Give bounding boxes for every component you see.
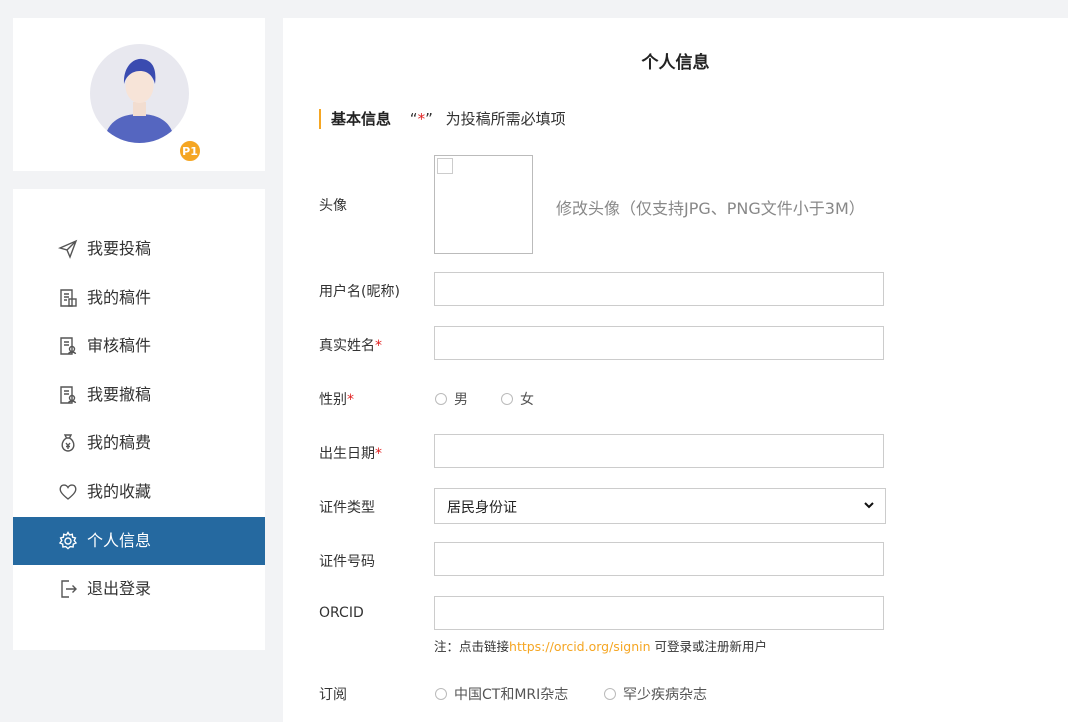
section-heading: 基本信息 “*” 为投稿所需必填项 (319, 109, 566, 129)
radio-circle[interactable] (501, 393, 513, 405)
realname-label: 真实姓名* (319, 338, 382, 354)
sidebar-item-my-manuscripts[interactable]: 我的稿件 (13, 274, 265, 322)
sidebar-item-personal-info[interactable]: 个人信息 (13, 517, 265, 565)
sidebar-item-royalties[interactable]: 我的稿费 (13, 419, 265, 467)
radio-label: 女 (520, 392, 534, 408)
subscribe-option-ct-mri[interactable]: 中国CT和MRI杂志 (435, 684, 568, 704)
realname-input[interactable] (434, 326, 884, 360)
birthdate-input[interactable] (434, 434, 884, 468)
idtype-label: 证件类型 (319, 500, 375, 516)
required-star: * (375, 338, 382, 354)
required-hint-quote: “*” (409, 110, 433, 128)
orcid-note-prefix: 注：点击链接 (434, 639, 510, 654)
radio-label: 中国CT和MRI杂志 (454, 687, 569, 703)
orcid-signin-link[interactable]: https://orcid.org/signin (509, 639, 651, 654)
document-review-icon (57, 335, 79, 357)
level-badge: P1 (179, 140, 201, 162)
avatar-upload-preview[interactable] (434, 155, 533, 254)
chevron-down-icon (863, 499, 875, 515)
radio-circle[interactable] (435, 393, 447, 405)
required-star: * (347, 392, 354, 408)
change-avatar-link[interactable]: 修改头像（仅支持JPG、PNG文件小于3M） (556, 195, 865, 219)
sidebar-item-label: 个人信息 (87, 531, 152, 550)
page-title: 个人信息 (641, 53, 710, 73)
document-withdraw-icon (57, 384, 79, 406)
sidebar-item-favorites[interactable]: 我的收藏 (13, 468, 265, 516)
sidebar-item-label: 我的稿费 (87, 433, 152, 452)
sidebar-item-withdraw[interactable]: 我要撤稿 (13, 371, 265, 419)
broken-image-icon (437, 158, 453, 174)
idnumber-input[interactable] (434, 542, 884, 576)
gender-label: 性别* (319, 392, 354, 408)
sidebar-item-label: 我要撤稿 (87, 385, 152, 404)
sidebar-item-label: 审核稿件 (87, 336, 152, 355)
avatar-label: 头像 (319, 198, 347, 214)
document-list-icon (57, 287, 79, 309)
radio-label: 男 (454, 392, 468, 408)
radio-circle[interactable] (435, 688, 447, 700)
sidebar-item-label: 我的稿件 (87, 288, 152, 307)
sidebar-item-submit[interactable]: 我要投稿 (13, 225, 265, 273)
orcid-note-suffix: 可登录或注册新用户 (650, 639, 768, 654)
personal-info-panel: 个人信息 基本信息 “*” 为投稿所需必填项 头像 修改头像（仅支持JPG、PN… (283, 18, 1068, 722)
sidebar-item-label: 我要投稿 (87, 239, 152, 258)
subscribe-option-rare-disease[interactable]: 罕少疾病杂志 (604, 684, 707, 704)
idtype-select[interactable]: 居民身份证 (434, 488, 886, 524)
user-avatar-icon (90, 44, 189, 143)
orcid-note: 注：点击链接https://orcid.org/signin 可登录或注册新用户 (434, 636, 767, 655)
username-label: 用户名(昵称) (319, 284, 400, 300)
gender-radio-female[interactable]: 女 (501, 389, 534, 409)
sidebar-menu: 我要投稿 我的稿件 审核稿件 我要撤稿 我的稿费 我的收藏 个人信息 退出登录 (13, 189, 265, 650)
money-bag-icon (57, 432, 79, 454)
username-input[interactable] (434, 272, 884, 306)
logout-icon (57, 578, 79, 600)
idtype-selected-value: 居民身份证 (447, 500, 517, 516)
orcid-label: ORCID (319, 605, 364, 621)
radio-label: 罕少疾病杂志 (623, 687, 707, 703)
birthdate-label: 出生日期* (319, 446, 382, 462)
required-star: * (417, 110, 426, 128)
section-title: 基本信息 (331, 110, 392, 128)
radio-circle[interactable] (604, 688, 616, 700)
sidebar-item-label: 退出登录 (87, 579, 152, 598)
sidebar-item-logout[interactable]: 退出登录 (13, 565, 265, 613)
subscribe-label: 订阅 (319, 687, 347, 703)
idnumber-label: 证件号码 (319, 554, 375, 570)
sidebar-item-label: 我的收藏 (87, 482, 152, 501)
send-icon (57, 238, 79, 260)
gender-radio-male[interactable]: 男 (435, 389, 468, 409)
avatar[interactable] (90, 44, 189, 143)
gear-icon (57, 530, 79, 552)
heart-icon (57, 481, 79, 503)
required-hint-text: 为投稿所需必填项 (445, 110, 566, 128)
sidebar-item-review[interactable]: 审核稿件 (13, 322, 265, 370)
required-star: * (375, 446, 382, 462)
orcid-input[interactable] (434, 596, 884, 630)
profile-card: P1 (13, 18, 265, 171)
